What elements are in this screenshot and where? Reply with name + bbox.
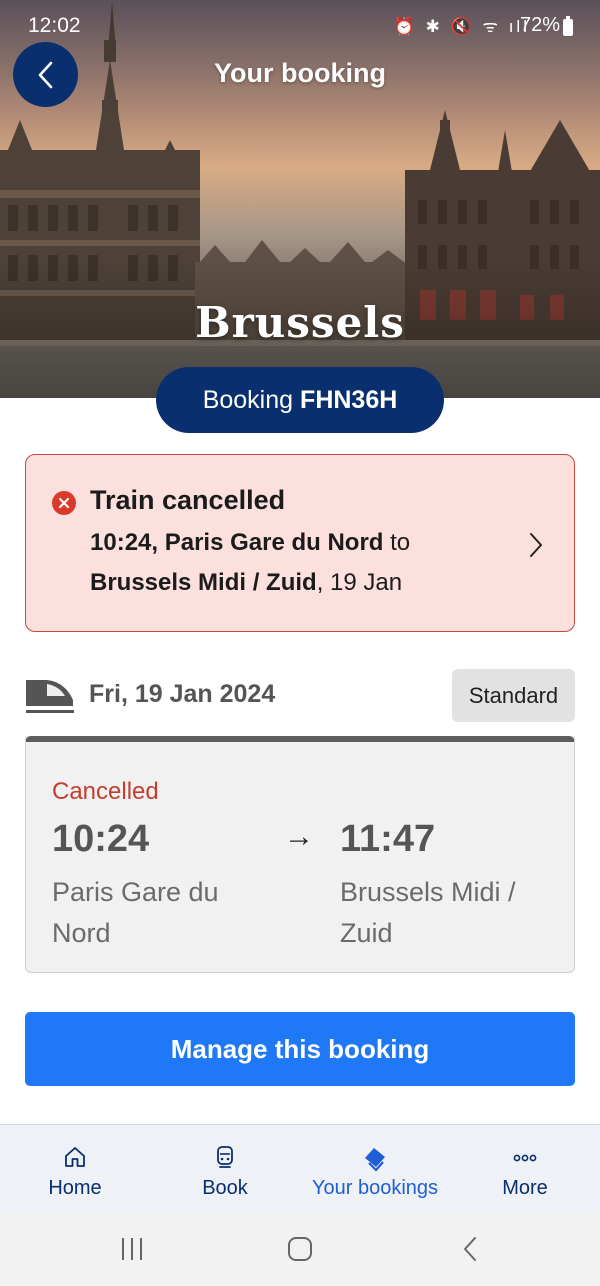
nav-more-label: More — [502, 1177, 548, 1199]
cancellation-alert[interactable]: Train cancelled 10:24, Paris Gare du Nor… — [25, 454, 575, 632]
alert-departure: 10:24, Paris Gare du Nord — [90, 529, 384, 556]
nav-home-label: Home — [48, 1177, 102, 1199]
error-icon — [52, 491, 76, 515]
back-arrow-icon — [464, 1237, 476, 1261]
destination-city: Brussels — [195, 298, 405, 347]
system-back-button[interactable] — [455, 1234, 485, 1264]
nav-more[interactable]: More — [450, 1125, 600, 1213]
nav-book-label: Book — [202, 1177, 248, 1199]
nav-book[interactable]: Book — [150, 1125, 300, 1213]
chevron-right-icon — [530, 533, 542, 557]
journey-date: Fri, 19 Jan 2024 — [89, 680, 276, 708]
battery-percentage: 72% — [519, 14, 560, 36]
status-time: 12:02 — [28, 14, 81, 37]
arrow-right-icon: → — [284, 820, 314, 853]
booking-reference-pill: Booking FHN36H — [156, 367, 444, 433]
tickets-icon — [365, 1148, 385, 1171]
departure-time: 10:24 — [52, 818, 150, 860]
alert-date: , 19 Jan — [316, 569, 403, 596]
travel-class-badge: Standard — [452, 669, 575, 722]
android-navigation-bar — [0, 1212, 600, 1286]
status-icons: ⏰ ✱ 🔇 ᯤ ıll — [393, 17, 530, 36]
journey-status: Cancelled — [52, 778, 159, 805]
booking-reference: FHN36H — [300, 385, 398, 414]
home-icon — [65, 1147, 85, 1167]
more-dots-icon — [513, 1154, 537, 1162]
journey-card[interactable]: Cancelled 10:24 → 11:47 Paris Gare du No… — [25, 736, 575, 973]
alert-to: to — [383, 529, 411, 556]
page-title: Your booking — [214, 58, 386, 88]
manage-booking-button[interactable]: Manage this booking — [25, 1012, 575, 1086]
nav-your-bookings[interactable]: Your bookings — [300, 1125, 450, 1213]
train-icon — [26, 680, 74, 713]
bottom-navigation: Home Book Your bookings More — [0, 1124, 600, 1212]
alert-title: Train cancelled — [90, 485, 286, 515]
arrival-time: 11:47 — [340, 818, 436, 860]
train-front-icon — [217, 1146, 233, 1168]
recent-apps-icon — [122, 1238, 142, 1260]
recent-apps-button[interactable] — [117, 1234, 147, 1264]
nav-home[interactable]: Home — [0, 1125, 150, 1213]
nav-your-bookings-label: Your bookings — [311, 1177, 439, 1199]
home-system-button[interactable] — [285, 1234, 315, 1264]
battery-icon — [563, 16, 573, 36]
departure-station: Paris Gare du Nord — [52, 877, 219, 948]
alert-arrival-line: Brussels Midi / Zuid, 19 Jan — [90, 569, 402, 597]
alert-departure-line: 10:24, Paris Gare du Nord to — [90, 529, 410, 557]
status-bar: 12:02 ⏰ ✱ 🔇 ᯤ ıll 72% — [0, 0, 600, 52]
booking-prefix: Booking — [202, 385, 294, 414]
home-square-icon — [288, 1237, 312, 1261]
arrival-station: Brussels Midi / Zuid — [340, 877, 516, 948]
alert-arrival: Brussels Midi / Zuid — [90, 569, 317, 596]
